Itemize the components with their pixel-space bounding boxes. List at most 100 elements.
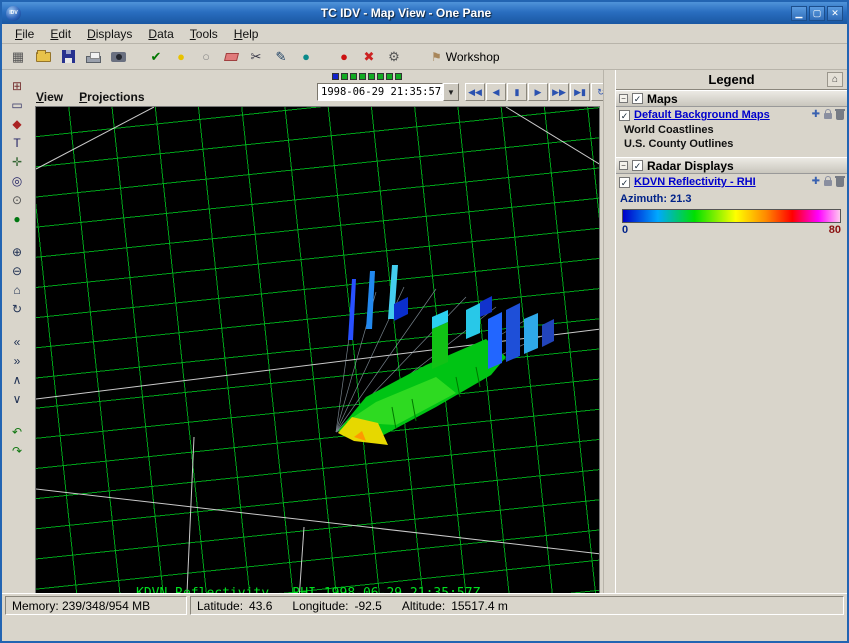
rotate-right-icon[interactable]: » — [6, 351, 28, 370]
print-icon[interactable] — [81, 46, 105, 68]
menu-edit[interactable]: Edit — [43, 25, 78, 43]
kdvn-reflectivity-row: ✓ KDVN Reflectivity - RHI ✚ — [616, 174, 847, 190]
home-view-icon[interactable]: ⌂ — [6, 280, 28, 299]
time-step[interactable] — [377, 73, 384, 80]
apply-icon[interactable]: ✔ — [144, 46, 168, 68]
fast-forward-button[interactable]: ▶▶ — [549, 83, 569, 101]
altitude-value: 15517.4 m — [451, 599, 508, 613]
reflectivity-colorbar[interactable] — [622, 209, 841, 223]
step-forward-button[interactable]: ▶ — [528, 83, 548, 101]
maximize-button[interactable]: ▢ — [809, 6, 825, 21]
time-step[interactable] — [386, 73, 393, 80]
settings-icon[interactable]: ⚙ — [382, 46, 406, 68]
zoom-out-icon[interactable]: ⊖ — [6, 261, 28, 280]
range-rings-tool-icon[interactable]: ◎ — [6, 171, 28, 190]
view-menu[interactable]: View — [36, 90, 63, 104]
eraser-icon[interactable] — [219, 46, 243, 68]
earth-tool-icon[interactable]: ● — [6, 209, 28, 228]
screen-capture-icon[interactable] — [106, 46, 130, 68]
menu-file[interactable]: File — [8, 25, 41, 43]
rotate-right-glyph: » — [14, 354, 21, 368]
projection-tool-icon[interactable]: ⊞ — [6, 76, 28, 95]
time-dropdown-button[interactable]: ▼ — [443, 83, 459, 101]
set-region-tool-icon[interactable]: ▭ — [6, 95, 28, 114]
region-glyph: ▭ — [11, 98, 22, 112]
lock-display-icon[interactable] — [824, 113, 832, 119]
undo-icon[interactable]: ↶ — [6, 422, 28, 441]
unlock-display-icon[interactable] — [824, 180, 832, 186]
bulb-off-icon[interactable]: ○ — [194, 46, 218, 68]
edit-draw-icon[interactable]: ✎ — [269, 46, 293, 68]
marker-tool-icon[interactable]: ◆ — [6, 114, 28, 133]
projections-menu[interactable]: Projections — [79, 90, 144, 104]
redo-icon[interactable]: ↷ — [6, 441, 28, 460]
move-display-icon[interactable]: ✚ — [812, 109, 820, 120]
home-glyph: ⌂ — [13, 283, 20, 297]
zoom-in-icon[interactable]: ⊕ — [6, 242, 28, 261]
text-glyph: T — [13, 136, 20, 150]
remove-displays-icon[interactable]: ✖ — [357, 46, 381, 68]
text-tool-icon[interactable]: T — [6, 133, 28, 152]
time-step[interactable] — [368, 73, 375, 80]
bulb-on-icon[interactable]: ● — [169, 46, 193, 68]
time-step-selected[interactable] — [332, 73, 339, 80]
panel-splitter[interactable] — [603, 70, 615, 617]
menu-help[interactable]: Help — [227, 25, 266, 43]
default-background-maps-link[interactable]: Default Background Maps — [634, 109, 770, 121]
move-display-icon[interactable]: ✚ — [812, 176, 820, 187]
menu-displays[interactable]: Displays — [80, 25, 139, 43]
radar-rhi-display — [338, 265, 554, 445]
open-file-icon[interactable] — [31, 46, 55, 68]
clock-tool-icon[interactable]: ⊙ — [6, 190, 28, 209]
radar-visibility-checkbox[interactable]: ✓ — [632, 160, 643, 171]
remove-display-icon[interactable] — [836, 178, 844, 187]
save-icon[interactable] — [56, 46, 80, 68]
reset-glyph: ↻ — [12, 302, 22, 316]
longitude-label: Longitude: — [292, 599, 348, 613]
zoom-in-glyph: ⊕ — [12, 245, 22, 259]
menu-data[interactable]: Data — [141, 25, 180, 43]
float-legend-button[interactable]: ⌂ — [827, 72, 843, 87]
reset-view-icon[interactable]: ↻ — [6, 299, 28, 318]
globe-icon[interactable]: ● — [294, 46, 318, 68]
time-step-indicators — [332, 73, 402, 80]
record-glyph: ● — [340, 49, 348, 64]
menu-tools[interactable]: Tools — [183, 25, 225, 43]
tilt-up-icon[interactable]: ∧ — [6, 370, 28, 389]
workshop-button[interactable]: ⚑ Workshop — [425, 48, 506, 66]
redo-glyph: ↷ — [12, 444, 22, 458]
folder-icon — [36, 52, 51, 62]
time-step[interactable] — [341, 73, 348, 80]
time-step[interactable] — [395, 73, 402, 80]
app-window: IDV TC IDV - Map View - One Pane ▁ ▢ ✕ F… — [0, 0, 849, 643]
viewpoint-toolbar: ⊞ ▭ ◆ T ✛ ◎ ⊙ ● ⊕ ⊖ ⌂ ↻ « » ∧ ∨ ↶ ↷ — [2, 76, 32, 617]
go-to-start-button[interactable]: ◀◀ — [465, 83, 485, 101]
remove-display-icon[interactable] — [836, 111, 844, 120]
go-to-end-button[interactable]: ▶▮ — [570, 83, 590, 101]
latitude-value: 43.6 — [249, 599, 272, 613]
us-county-outlines-label: U.S. County Outlines — [616, 137, 847, 151]
rotate-left-icon[interactable]: « — [6, 332, 28, 351]
map-canvas[interactable]: KDVN Reflectivity - RHI 1998-06-29 21:35… — [35, 106, 600, 614]
minimize-button[interactable]: ▁ — [791, 6, 807, 21]
tilt-down-icon[interactable]: ∨ — [6, 389, 28, 408]
undo-glyph: ↶ — [12, 425, 22, 439]
collapse-maps-button[interactable]: − — [619, 94, 628, 103]
time-step[interactable] — [359, 73, 366, 80]
maps-visibility-checkbox[interactable]: ✓ — [632, 93, 643, 104]
collapse-radar-button[interactable]: − — [619, 161, 628, 170]
time-step[interactable] — [350, 73, 357, 80]
title-bar[interactable]: IDV TC IDV - Map View - One Pane ▁ ▢ ✕ — [2, 2, 847, 24]
measure-tool-icon[interactable]: ✛ — [6, 152, 28, 171]
workshop-label: Workshop — [446, 50, 500, 64]
default-maps-checkbox[interactable]: ✓ — [619, 110, 630, 121]
kdvn-reflectivity-link[interactable]: KDVN Reflectivity - RHI — [634, 176, 756, 188]
cut-icon[interactable]: ✂ — [244, 46, 268, 68]
kdvn-checkbox[interactable]: ✓ — [619, 177, 630, 188]
stop-button[interactable]: ▮ — [507, 83, 527, 101]
close-button[interactable]: ✕ — [827, 6, 843, 21]
position-readout: Latitude: 43.6 Longitude: -92.5 Altitude… — [190, 596, 844, 615]
step-back-button[interactable]: ◀ — [486, 83, 506, 101]
dashboard-icon[interactable]: ▦ — [6, 46, 30, 68]
record-movie-icon[interactable]: ● — [332, 46, 356, 68]
